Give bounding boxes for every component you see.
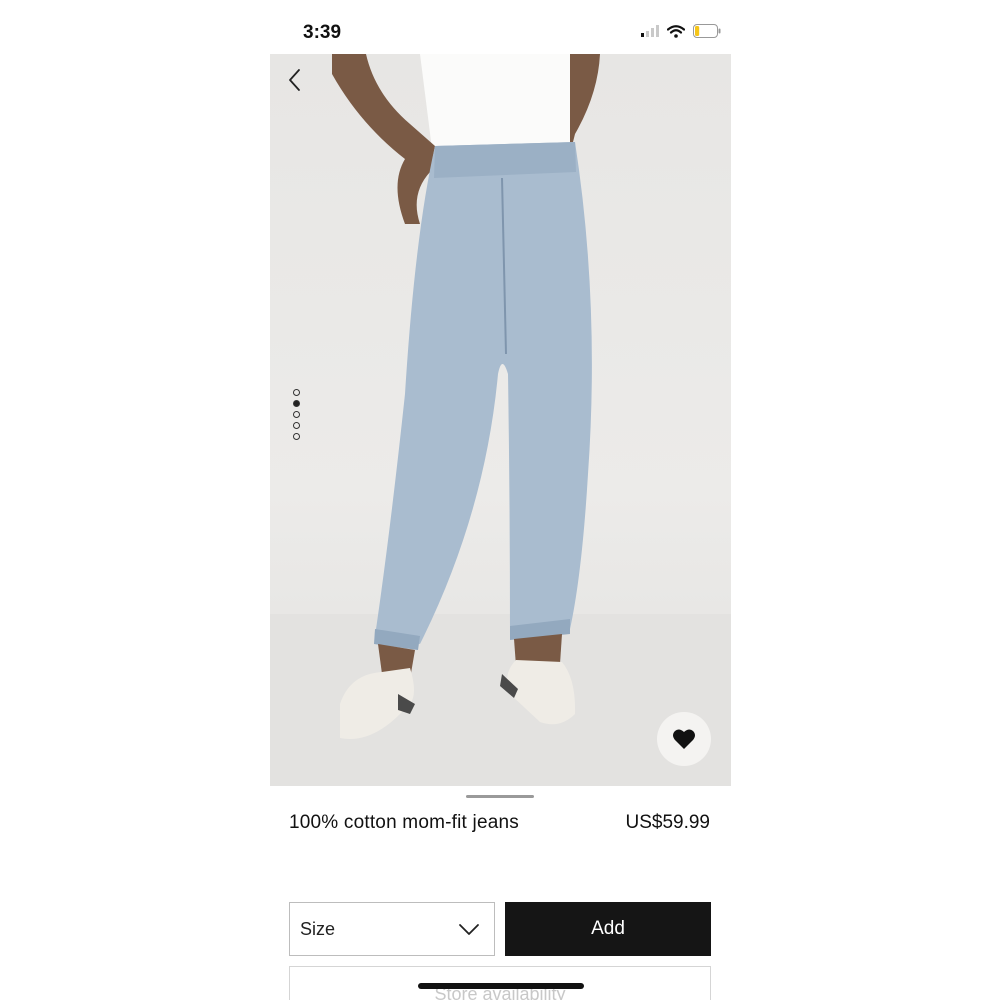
favorite-button[interactable] bbox=[657, 712, 711, 766]
home-indicator[interactable] bbox=[418, 983, 584, 989]
pagination-dot[interactable] bbox=[293, 389, 300, 396]
product-title: 100% cotton mom-fit jeans bbox=[289, 812, 519, 833]
battery-icon bbox=[693, 24, 721, 38]
pagination-dot[interactable] bbox=[293, 422, 300, 429]
product-price: US$59.99 bbox=[625, 812, 710, 833]
size-dropdown[interactable]: Size bbox=[289, 902, 495, 956]
pagination-dot[interactable] bbox=[293, 400, 300, 407]
pagination-dot[interactable] bbox=[293, 411, 300, 418]
wifi-icon bbox=[667, 24, 685, 38]
status-icons bbox=[641, 24, 721, 38]
add-to-bag-button[interactable]: Add bbox=[505, 902, 711, 956]
product-photo bbox=[270, 54, 731, 786]
sheet-handle[interactable] bbox=[466, 795, 534, 798]
product-image[interactable] bbox=[270, 54, 731, 786]
chevron-left-icon bbox=[289, 69, 300, 91]
back-button[interactable] bbox=[284, 66, 308, 94]
cellular-signal-icon bbox=[641, 25, 659, 37]
pagination-dot[interactable] bbox=[293, 433, 300, 440]
heart-icon bbox=[673, 729, 695, 749]
phone-screen: 3:39 100% cotton mom-fit jeans US$59.99 … bbox=[270, 0, 731, 1000]
image-pagination bbox=[293, 389, 300, 440]
chevron-down-icon bbox=[459, 924, 479, 935]
status-time: 3:39 bbox=[303, 22, 342, 43]
size-dropdown-label: Size bbox=[300, 918, 336, 939]
